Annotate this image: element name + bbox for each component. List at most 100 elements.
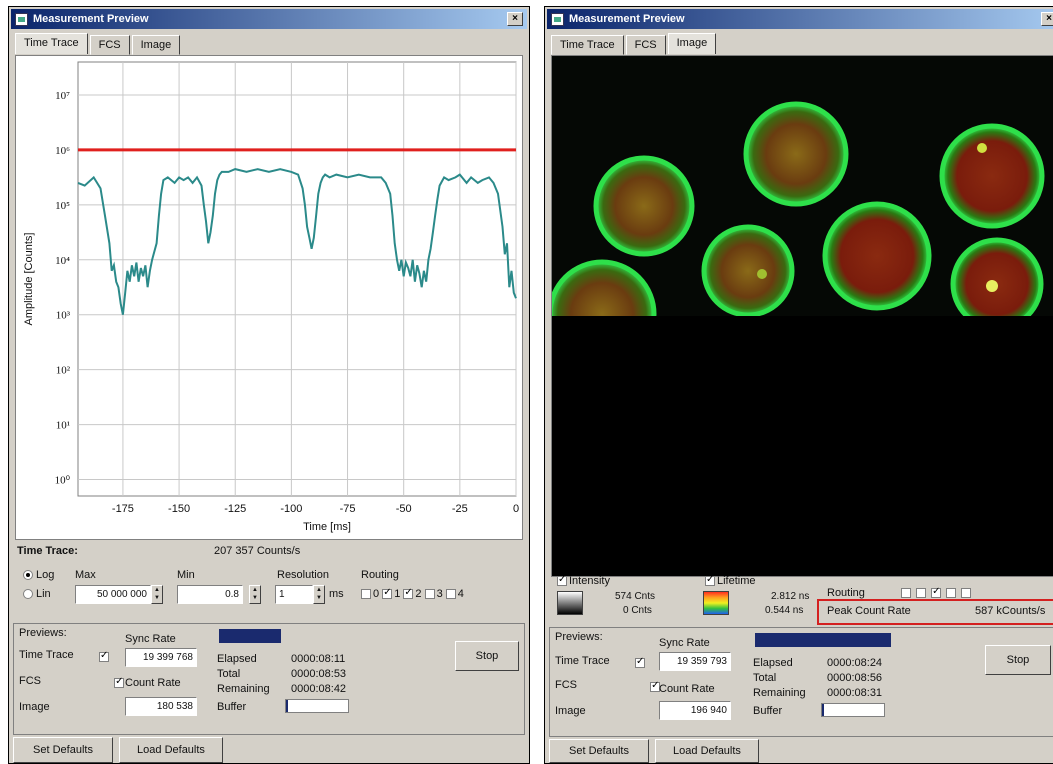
stop-button[interactable]: Stop bbox=[985, 645, 1051, 675]
app-icon bbox=[15, 12, 28, 26]
routing-ch-1-box[interactable] bbox=[382, 587, 393, 599]
time-trace-value: 207 357 Counts/s bbox=[214, 545, 301, 557]
max-label: Max bbox=[75, 569, 96, 581]
tab-image[interactable]: Image bbox=[667, 33, 717, 54]
image-unscanned-area bbox=[552, 316, 1053, 576]
routing-ch-2-box[interactable] bbox=[403, 587, 414, 599]
preview-fcs-label: FCS bbox=[555, 679, 577, 691]
set-defaults-button[interactable]: Set Defaults bbox=[549, 739, 649, 763]
lin-radio[interactable]: Lin bbox=[23, 588, 51, 600]
routing-ch-3[interactable]: 3 bbox=[424, 588, 443, 600]
intensity-scale-icon bbox=[557, 591, 583, 615]
y-tick-label: 10¹ bbox=[56, 420, 70, 432]
buffer-meter bbox=[821, 703, 885, 717]
resolution-unit: ms bbox=[329, 588, 344, 600]
log-radio[interactable]: Log bbox=[23, 569, 54, 581]
routing-ch-0[interactable]: 0 bbox=[361, 588, 379, 600]
tab-fcs[interactable]: FCS bbox=[89, 35, 130, 55]
intensity-checkbox-box[interactable] bbox=[557, 574, 567, 586]
routing-ch-0-box[interactable] bbox=[901, 588, 911, 598]
stop-button[interactable]: Stop bbox=[455, 641, 519, 671]
sync-rate-value: 19 359 793 bbox=[659, 652, 731, 671]
preview-time-trace-checkbox[interactable] bbox=[99, 650, 109, 662]
close-icon[interactable]: × bbox=[507, 12, 523, 26]
preview-fcs-checkbox[interactable] bbox=[114, 676, 125, 688]
x-tick-label: -150 bbox=[168, 503, 190, 515]
sync-rate-label: Sync Rate bbox=[659, 637, 710, 649]
max-spinner[interactable]: ▲ ▼ bbox=[151, 585, 163, 604]
tab-bar: Time Trace FCS Image bbox=[551, 33, 718, 55]
time-trace-chart-panel: 10⁷ 10⁶ 10⁵ 10⁴ 10³ 10² 10¹ 10⁰ -175 -150 -125 -100… bbox=[15, 55, 523, 540]
routing-ch-3-box[interactable] bbox=[946, 588, 957, 598]
x-tick-label: -25 bbox=[452, 503, 468, 515]
y-axis-label: Amplitude [Counts] bbox=[23, 233, 35, 326]
lin-radio-label: Lin bbox=[36, 588, 51, 600]
count-rate-label: Count Rate bbox=[659, 683, 715, 695]
intensity-min: 0 Cnts bbox=[623, 605, 652, 616]
intensity-checkbox[interactable]: Intensity bbox=[557, 574, 610, 587]
max-input[interactable]: 50 000 000 bbox=[75, 585, 151, 604]
tab-fcs[interactable]: FCS bbox=[625, 35, 666, 55]
app-icon bbox=[551, 12, 564, 26]
resolution-input[interactable]: 1 bbox=[275, 585, 313, 604]
preview-time-trace-checkbox[interactable] bbox=[635, 656, 645, 668]
cell-spot bbox=[986, 280, 998, 292]
lin-radio-dot[interactable] bbox=[23, 589, 33, 599]
routing-checkboxes bbox=[901, 586, 973, 599]
routing-ch-1[interactable]: 1 bbox=[382, 587, 400, 600]
y-tick-label: 10² bbox=[56, 365, 71, 377]
cell bbox=[939, 123, 1045, 229]
routing-ch-1-box[interactable] bbox=[916, 588, 927, 598]
count-rate-value: 180 538 bbox=[125, 697, 197, 716]
routing-ch-4-box[interactable] bbox=[961, 588, 972, 598]
y-tick-label: 10⁰ bbox=[55, 475, 71, 487]
time-trace-label: Time Trace: bbox=[17, 545, 78, 557]
measurement-preview-window-left: Measurement Preview × Time Trace FCS Ima… bbox=[8, 6, 530, 764]
set-defaults-button[interactable]: Set Defaults bbox=[13, 737, 113, 763]
lifetime-max: 2.812 ns bbox=[771, 591, 810, 602]
routing-ch-4-box[interactable] bbox=[445, 589, 456, 599]
routing-ch-0-label: 0 bbox=[373, 588, 380, 600]
lifetime-checkbox-box[interactable] bbox=[705, 574, 715, 586]
routing-ch-4[interactable]: 4 bbox=[445, 588, 464, 600]
cell-spot bbox=[757, 269, 767, 279]
total-value: 0000:08:56 bbox=[827, 672, 883, 684]
peak-count-value: 587 kCounts/s bbox=[975, 605, 1046, 617]
previews-label: Previews: bbox=[555, 631, 603, 643]
routing-ch-0-box[interactable] bbox=[361, 589, 371, 599]
total-label: Total bbox=[753, 672, 777, 684]
min-spinner[interactable]: ▲ ▼ bbox=[249, 585, 261, 604]
cell-spot bbox=[977, 143, 987, 153]
intensity-label: Intensity bbox=[569, 575, 610, 587]
time-trace-chart: 10⁷ 10⁶ 10⁵ 10⁴ 10³ 10² 10¹ 10⁰ -175 -150 -125 -100… bbox=[23, 61, 519, 533]
lifetime-min: 0.544 ns bbox=[765, 605, 804, 616]
routing-ch-2[interactable]: 2 bbox=[403, 587, 422, 600]
lifetime-scale-icon bbox=[703, 591, 729, 615]
preview-image-label: Image bbox=[19, 701, 50, 713]
preview-time-trace-label: Time Trace bbox=[555, 655, 610, 667]
tab-time-trace[interactable]: Time Trace bbox=[15, 33, 88, 54]
resolution-spinner[interactable]: ▲ ▼ bbox=[313, 585, 325, 604]
close-icon[interactable]: × bbox=[1041, 12, 1053, 26]
load-defaults-button[interactable]: Load Defaults bbox=[119, 737, 223, 763]
load-defaults-button[interactable]: Load Defaults bbox=[655, 739, 759, 763]
tab-time-trace[interactable]: Time Trace bbox=[551, 35, 624, 55]
preview-image-label: Image bbox=[555, 705, 586, 717]
y-tick-label: 10⁶ bbox=[55, 145, 70, 157]
tab-image[interactable]: Image bbox=[131, 35, 181, 55]
min-input[interactable]: 0.8 bbox=[177, 585, 243, 604]
routing-checkboxes: 0 1 2 3 4 bbox=[361, 587, 464, 600]
x-tick-label: -50 bbox=[396, 503, 412, 515]
routing-ch-2-box[interactable] bbox=[931, 586, 942, 598]
title-bar: Measurement Preview × bbox=[547, 9, 1053, 29]
x-tick-label: 0 bbox=[513, 503, 519, 515]
window-title: Measurement Preview bbox=[33, 13, 149, 25]
x-tick-label: -125 bbox=[224, 503, 246, 515]
measurement-preview-window-right: Measurement Preview × Time Trace FCS Ima… bbox=[544, 6, 1053, 764]
sync-rate-value: 19 399 768 bbox=[125, 648, 197, 667]
remaining-value: 0000:08:42 bbox=[291, 683, 347, 695]
routing-ch-3-box[interactable] bbox=[424, 589, 435, 599]
lifetime-checkbox[interactable]: Lifetime bbox=[705, 574, 756, 587]
log-radio-dot[interactable] bbox=[23, 570, 33, 580]
routing-label: Routing bbox=[361, 569, 399, 581]
